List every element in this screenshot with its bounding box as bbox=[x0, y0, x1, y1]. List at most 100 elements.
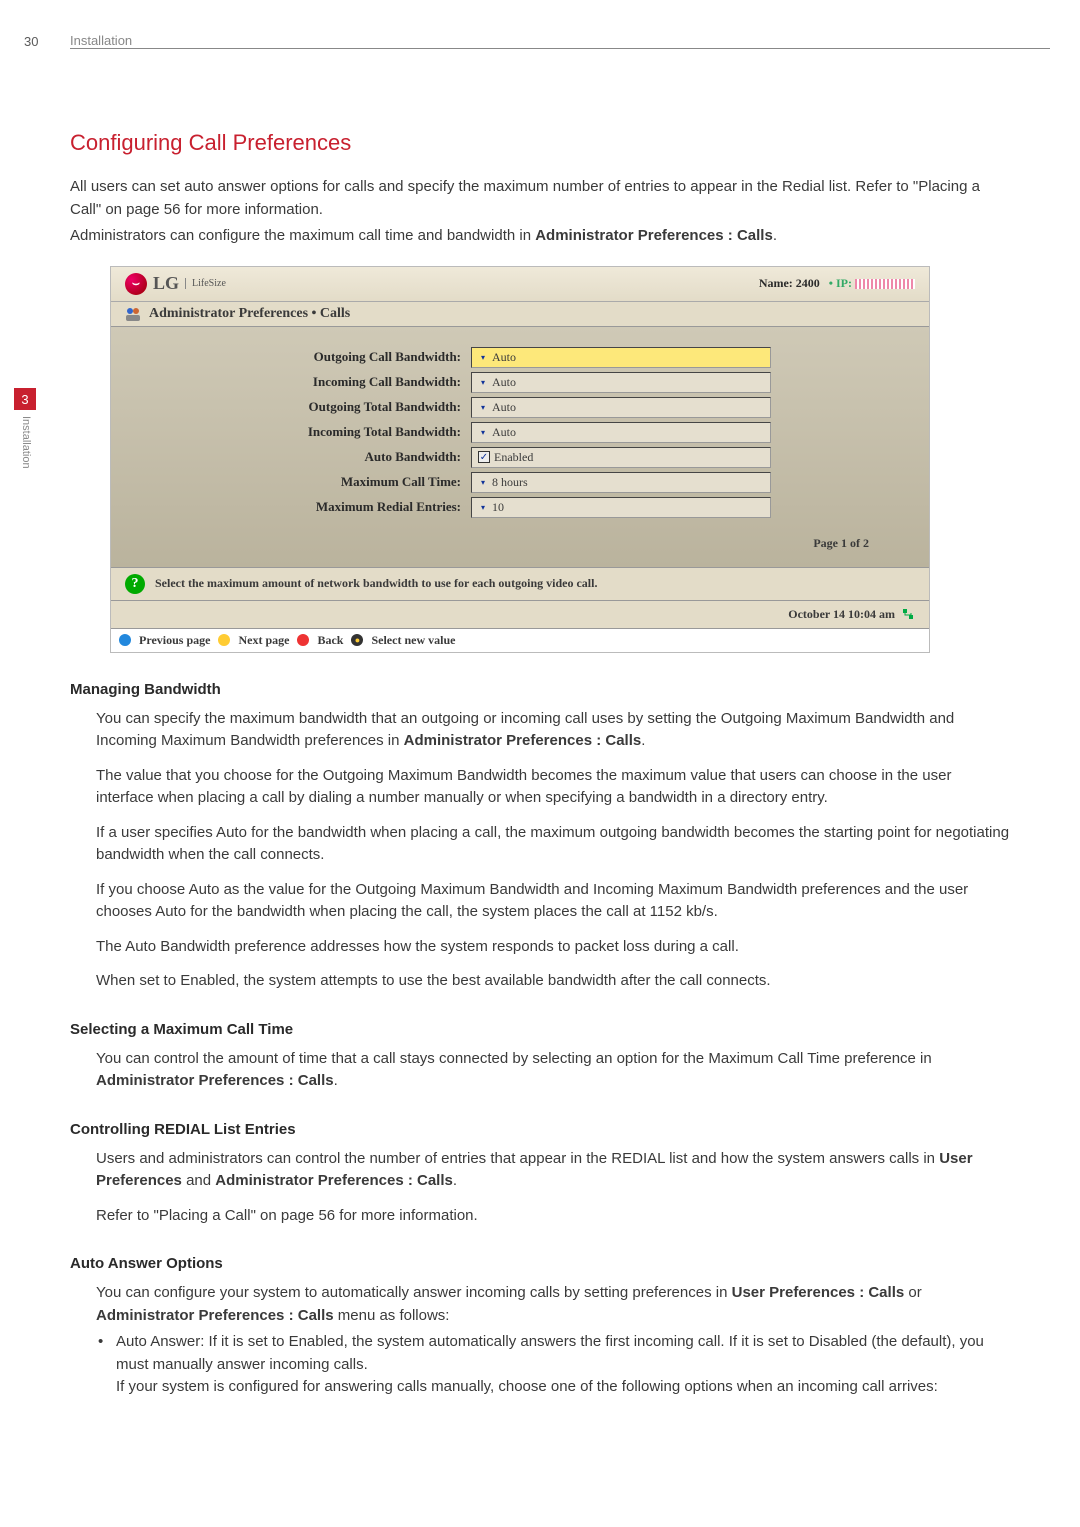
heading-managing-bandwidth: Managing Bandwidth bbox=[70, 681, 1010, 698]
screenshot-hint-bar: ? Select the maximum amount of network b… bbox=[111, 567, 929, 601]
chapter-tab: 3 bbox=[14, 388, 36, 410]
field-auto-bw[interactable]: ✓ Enabled bbox=[471, 447, 771, 468]
value-outgoing-call-bw: Auto bbox=[492, 350, 516, 365]
nav-select-icon: ● bbox=[351, 634, 363, 646]
value-outgoing-total-bw: Auto bbox=[492, 400, 516, 415]
lg-logo-icon: ⌣ bbox=[125, 273, 147, 295]
value-auto-bw: Enabled bbox=[494, 450, 533, 465]
label-max-call-time: Maximum Call Time: bbox=[151, 474, 471, 490]
intro-p2-pre: Administrators can configure the maximum… bbox=[70, 227, 535, 244]
checkbox-icon: ✓ bbox=[478, 451, 490, 463]
redial-p1-pre: Users and administrators can control the… bbox=[96, 1150, 939, 1167]
redial-p1-post: . bbox=[453, 1172, 457, 1189]
hint-text: Select the maximum amount of network ban… bbox=[155, 576, 597, 591]
row-auto-bw: Auto Bandwidth: ✓ Enabled bbox=[151, 447, 889, 468]
field-outgoing-total-bw[interactable]: ▾ Auto bbox=[471, 397, 771, 418]
nav-next[interactable]: Next page bbox=[238, 633, 289, 648]
redial-p1: Users and administrators can control the… bbox=[96, 1148, 1010, 1193]
row-outgoing-call-bw: Outgoing Call Bandwidth: ▾ Auto bbox=[151, 347, 889, 368]
label-auto-bw: Auto Bandwidth: bbox=[151, 449, 471, 465]
mct-p1-post: . bbox=[334, 1072, 338, 1089]
value-incoming-call-bw: Auto bbox=[492, 375, 516, 390]
field-max-redial[interactable]: ▾10 bbox=[471, 497, 771, 518]
lifesize-logo-text: LifeSize bbox=[185, 278, 226, 289]
aa-p1-mid: or bbox=[904, 1284, 922, 1301]
chevron-down-icon: ▾ bbox=[478, 377, 488, 387]
breadcrumb: Administrator Preferences • Calls bbox=[111, 302, 929, 327]
row-incoming-total-bw: Incoming Total Bandwidth: ▾ Auto bbox=[151, 422, 889, 443]
field-outgoing-call-bw[interactable]: ▾ Auto bbox=[471, 347, 771, 368]
chevron-down-icon: ▾ bbox=[478, 427, 488, 437]
mb-p3: If a user specifies Auto for the bandwid… bbox=[96, 822, 1010, 867]
breadcrumb-text: Administrator Preferences • Calls bbox=[149, 306, 350, 322]
mb-p1-post: . bbox=[641, 732, 645, 749]
nav-dot-blue-icon bbox=[119, 634, 131, 646]
nav-dot-yellow-icon bbox=[218, 634, 230, 646]
value-max-call-time: 8 hours bbox=[492, 475, 528, 490]
header-section-label: Installation bbox=[70, 33, 132, 48]
help-icon: ? bbox=[125, 574, 145, 594]
field-max-call-time[interactable]: ▾ 8 hours bbox=[471, 472, 771, 493]
redial-p2: Refer to "Placing a Call" on page 56 for… bbox=[96, 1205, 1010, 1228]
intro-paragraph-1: All users can set auto answer options fo… bbox=[70, 176, 1010, 221]
aa-p1-bold1: User Preferences : Calls bbox=[732, 1284, 905, 1301]
heading-redial: Controlling REDIAL List Entries bbox=[70, 1121, 1010, 1138]
row-incoming-call-bw: Incoming Call Bandwidth: ▾ Auto bbox=[151, 372, 889, 393]
label-outgoing-call-bw: Outgoing Call Bandwidth: bbox=[151, 349, 471, 365]
aa-p1-bold2: Administrator Preferences : Calls bbox=[96, 1307, 334, 1324]
aa-p1-pre: You can configure your system to automat… bbox=[96, 1284, 732, 1301]
label-incoming-call-bw: Incoming Call Bandwidth: bbox=[151, 374, 471, 390]
intro-p2-post: . bbox=[773, 227, 777, 244]
header-rule bbox=[70, 48, 1050, 49]
screenshot-footer-nav: Previous page Next page Back ● Select new… bbox=[111, 629, 929, 652]
aa-bullet-1a: Auto Answer: If it is set to Enabled, th… bbox=[116, 1333, 984, 1373]
value-max-redial: 10 bbox=[492, 500, 504, 515]
value-incoming-total-bw: Auto bbox=[492, 425, 516, 440]
mb-p2: The value that you choose for the Outgoi… bbox=[96, 765, 1010, 810]
aa-bullet-1b: If your system is configured for answeri… bbox=[116, 1378, 938, 1395]
aa-bullet-1: Auto Answer: If it is set to Enabled, th… bbox=[116, 1331, 1010, 1399]
row-max-call-time: Maximum Call Time: ▾ 8 hours bbox=[151, 472, 889, 493]
ip-label: • IP: bbox=[829, 276, 852, 290]
nav-back[interactable]: Back bbox=[317, 633, 343, 648]
heading-auto-answer: Auto Answer Options bbox=[70, 1255, 1010, 1272]
screenshot-status-bar: October 14 10:04 am bbox=[111, 601, 929, 629]
mct-p1-pre: You can control the amount of time that … bbox=[96, 1050, 932, 1067]
label-outgoing-total-bw: Outgoing Total Bandwidth: bbox=[151, 399, 471, 415]
row-outgoing-total-bw: Outgoing Total Bandwidth: ▾ Auto bbox=[151, 397, 889, 418]
nav-select[interactable]: Select new value bbox=[371, 633, 455, 648]
field-incoming-call-bw[interactable]: ▾ Auto bbox=[471, 372, 771, 393]
status-datetime: October 14 10:04 am bbox=[788, 607, 895, 622]
redial-p1-bold2: Administrator Preferences : Calls bbox=[215, 1172, 453, 1189]
screenshot-page-indicator: Page 1 of 2 bbox=[111, 536, 869, 551]
mb-p4: If you choose Auto as the value for the … bbox=[96, 879, 1010, 924]
page-title: Configuring Call Preferences bbox=[70, 130, 1010, 156]
intro-paragraph-2: Administrators can configure the maximum… bbox=[70, 225, 1010, 248]
nav-dot-red-icon bbox=[297, 634, 309, 646]
admin-preferences-screenshot: ⌣ LG LifeSize Name: 2400 • IP: Administr… bbox=[110, 266, 930, 653]
mb-p6: When set to Enabled, the system attempts… bbox=[96, 970, 1010, 993]
label-incoming-total-bw: Incoming Total Bandwidth: bbox=[151, 424, 471, 440]
aa-p1-post: menu as follows: bbox=[334, 1307, 450, 1324]
ip-redacted bbox=[855, 279, 915, 289]
aa-p1: You can configure your system to automat… bbox=[96, 1282, 1010, 1327]
redial-p1-mid: and bbox=[182, 1172, 215, 1189]
network-icon bbox=[901, 607, 915, 621]
screenshot-name-ip: Name: 2400 • IP: bbox=[759, 276, 915, 291]
chevron-down-icon: ▾ bbox=[478, 402, 488, 412]
screenshot-body: Outgoing Call Bandwidth: ▾ Auto Incoming … bbox=[111, 327, 929, 567]
row-max-redial: Maximum Redial Entries: ▾10 bbox=[151, 497, 889, 518]
chapter-side-label: Installation bbox=[20, 416, 32, 469]
device-name: Name: 2400 bbox=[759, 276, 820, 290]
field-incoming-total-bw[interactable]: ▾ Auto bbox=[471, 422, 771, 443]
chevron-down-icon: ▾ bbox=[478, 477, 488, 487]
mb-p1-bold: Administrator Preferences : Calls bbox=[404, 732, 642, 749]
mb-p5: The Auto Bandwidth preference addresses … bbox=[96, 936, 1010, 959]
intro-p2-bold: Administrator Preferences : Calls bbox=[535, 227, 773, 244]
heading-max-call-time: Selecting a Maximum Call Time bbox=[70, 1021, 1010, 1038]
mb-p1: You can specify the maximum bandwidth th… bbox=[96, 708, 1010, 753]
lg-logo-text: LG bbox=[153, 273, 179, 294]
nav-prev[interactable]: Previous page bbox=[139, 633, 210, 648]
chevron-down-icon: ▾ bbox=[478, 352, 488, 362]
logo-group: ⌣ LG LifeSize bbox=[125, 273, 226, 295]
